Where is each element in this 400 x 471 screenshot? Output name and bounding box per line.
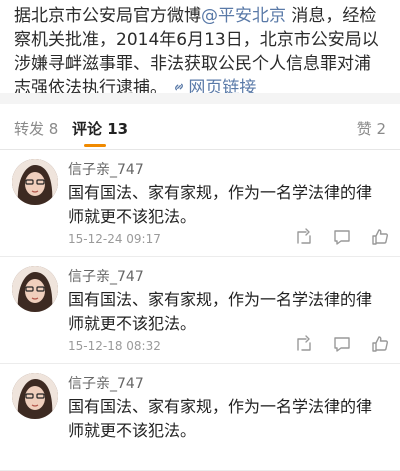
avatar-portrait-icon xyxy=(12,159,58,205)
tab-repost[interactable]: 转发 8 xyxy=(14,118,58,139)
comment-username[interactable]: 信子亲_747 xyxy=(68,266,144,286)
comment-text: 国有国法、家有家规，作为一名学法律的律师就更不该犯法。 xyxy=(68,183,373,226)
comment-text: 国有国法、家有家规，作为一名学法律的律师就更不该犯法。 xyxy=(68,397,373,440)
avatar-portrait-icon xyxy=(12,373,58,419)
comment-item: 信子亲_747 国有国法、家有家规，作为一名学法律的律师就更不该犯法。 xyxy=(0,364,400,471)
comment-icon[interactable] xyxy=(332,334,352,354)
comment-item: 信子亲_747 国有国法、家有家规，作为一名学法律的律师就更不该犯法。 15-1… xyxy=(0,257,400,364)
post-body: 据北京市公安局官方微博@平安北京 消息，经检察机关批准，2014年6月13日，北… xyxy=(0,0,400,93)
repost-icon[interactable] xyxy=(294,334,314,354)
tab-comment[interactable]: 评论 13 xyxy=(72,118,128,139)
comment-actions xyxy=(294,334,390,354)
active-tab-indicator xyxy=(84,144,106,147)
comment-timestamp: 15-12-18 08:32 xyxy=(68,339,161,353)
avatar[interactable] xyxy=(12,373,58,419)
comment-actions xyxy=(294,227,390,247)
tab-like[interactable]: 赞 2 xyxy=(357,118,386,139)
comment-username[interactable]: 信子亲_747 xyxy=(68,159,144,179)
tab-bar: 转发 8 评论 13 赞 2 xyxy=(0,104,400,150)
mention-link[interactable]: @平安北京 xyxy=(201,6,286,26)
thumbs-up-icon[interactable] xyxy=(370,227,390,247)
comment-list: 信子亲_747 国有国法、家有家规，作为一名学法律的律师就更不该犯法。 15-1… xyxy=(0,150,400,471)
web-link[interactable]: 网页链接 xyxy=(172,78,256,93)
link-icon xyxy=(175,83,184,91)
comment-icon[interactable] xyxy=(332,227,352,247)
comment-text: 国有国法、家有家规，作为一名学法律的律师就更不该犯法。 xyxy=(68,290,373,333)
web-link-label: 网页链接 xyxy=(188,78,257,93)
avatar[interactable] xyxy=(12,159,58,205)
comment-item: 信子亲_747 国有国法、家有家规，作为一名学法律的律师就更不该犯法。 15-1… xyxy=(0,150,400,257)
avatar-portrait-icon xyxy=(12,266,58,312)
comment-username[interactable]: 信子亲_747 xyxy=(68,373,144,393)
comment-timestamp: 15-12-24 09:17 xyxy=(68,232,161,246)
avatar[interactable] xyxy=(12,266,58,312)
post-text-before: 据北京市公安局官方微博 xyxy=(14,6,201,26)
thumbs-up-icon[interactable] xyxy=(370,334,390,354)
repost-icon[interactable] xyxy=(294,227,314,247)
